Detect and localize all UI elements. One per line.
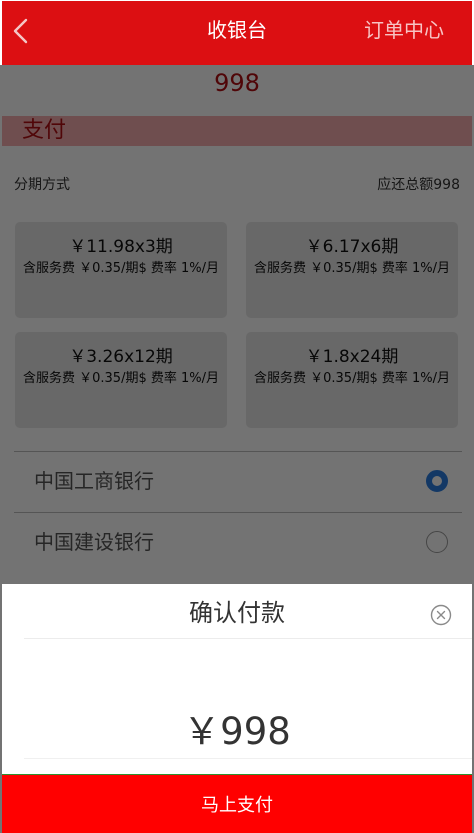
confirm-payment-modal: 确认付款 ￥998 马上支付	[2, 584, 472, 833]
header-bar: 收银台 订单中心	[2, 1, 472, 65]
installment-method-label: 分期方式	[14, 177, 70, 193]
order-center-link[interactable]: 订单中心	[364, 17, 444, 43]
installment-plan-3[interactable]: ￥11.98x3期 含服务费 ￥0.35/期$ 费率 1%/月	[15, 222, 227, 318]
radio-unchecked-icon[interactable]	[426, 531, 448, 553]
back-button[interactable]	[10, 17, 32, 45]
bank-option-ccb[interactable]: 中国建设银行	[14, 512, 462, 573]
pay-section-bar: 支付	[2, 116, 472, 146]
installment-plan-12[interactable]: ￥3.26x12期 含服务费 ￥0.35/期$ 费率 1%/月	[15, 332, 227, 428]
total-amount: 998	[214, 69, 260, 97]
plan-amount: ￥1.8x24期	[305, 347, 399, 367]
pay-now-button[interactable]: 马上支付	[2, 774, 472, 833]
plan-fee-note: 含服务费 ￥0.35/期$ 费率 1%/月	[23, 261, 219, 276]
close-circle-icon	[430, 604, 452, 626]
close-button[interactable]	[430, 604, 452, 626]
cashier-page: 收银台 订单中心 998 支付 分期方式 应还总额998 ￥11.98x3期 含…	[0, 0, 474, 833]
total-repayment-label: 应还总额998	[377, 177, 460, 193]
plan-fee-note: 含服务费 ￥0.35/期$ 费率 1%/月	[254, 261, 450, 276]
installment-plan-24[interactable]: ￥1.8x24期 含服务费 ￥0.35/期$ 费率 1%/月	[246, 332, 458, 428]
plan-amount: ￥6.17x6期	[305, 237, 399, 257]
radio-checked-icon[interactable]	[426, 470, 448, 492]
bank-name: 中国建设银行	[34, 530, 154, 554]
installment-plan-6[interactable]: ￥6.17x6期 含服务费 ￥0.35/期$ 费率 1%/月	[246, 222, 458, 318]
modal-amount: ￥998	[183, 710, 291, 753]
bank-option-icbc[interactable]: 中国工商银行	[14, 451, 462, 512]
installment-header: 分期方式 应还总额998	[14, 174, 460, 196]
modal-title: 确认付款	[189, 599, 285, 627]
bank-name: 中国工商银行	[34, 469, 154, 493]
divider	[24, 758, 472, 759]
chevron-left-icon	[13, 18, 28, 44]
plan-fee-note: 含服务费 ￥0.35/期$ 费率 1%/月	[254, 371, 450, 386]
plan-amount: ￥3.26x12期	[69, 347, 173, 367]
divider	[24, 638, 472, 639]
plan-amount: ￥11.98x3期	[69, 237, 173, 257]
pay-section-label: 支付	[22, 118, 67, 143]
bank-list: 中国工商银行 中国建设银行	[14, 451, 462, 573]
plan-fee-note: 含服务费 ￥0.35/期$ 费率 1%/月	[23, 371, 219, 386]
